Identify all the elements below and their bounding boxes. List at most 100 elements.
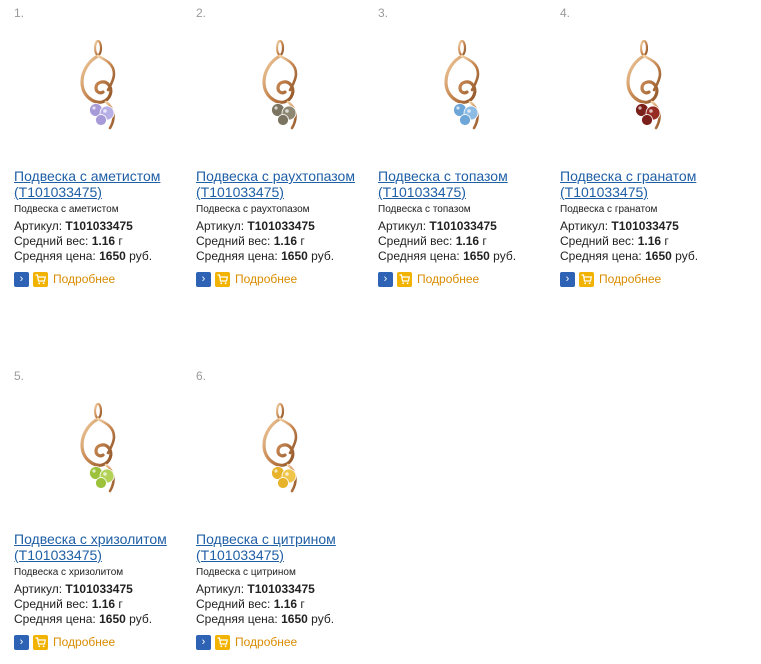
product-image[interactable]	[388, 20, 536, 168]
price-row: Средняя цена: 1650 руб.	[196, 612, 334, 626]
details-link[interactable]: Подробнее	[599, 272, 661, 286]
article-value: T101033475	[65, 582, 133, 596]
chevron-right-icon: ›	[565, 272, 570, 285]
price-label: Средняя цена:	[196, 612, 278, 626]
product-code: (T101033475)	[560, 184, 648, 200]
weight-label: Средний вес:	[560, 234, 635, 248]
product-title: Подвеска с гранатом	[560, 168, 697, 184]
product-title-link[interactable]: Подвеска с топазом (T101033475)	[378, 168, 554, 200]
details-link[interactable]: Подробнее	[53, 272, 115, 286]
product-card: 4. Подвеска с гранатом (T101033475) Подв…	[560, 6, 736, 306]
card-actions: › Подробнее	[196, 634, 297, 650]
add-to-cart-button[interactable]	[215, 634, 230, 650]
product-code: (T101033475)	[196, 547, 284, 563]
weight-row: Средний вес: 1.16 г	[560, 234, 669, 248]
price-value: 1650	[99, 612, 126, 626]
weight-value: 1.16	[273, 597, 298, 611]
article-row: Артикул: T101033475	[196, 219, 315, 233]
details-link[interactable]: Подробнее	[417, 272, 479, 286]
item-number: 1.	[14, 6, 25, 20]
pendant-image	[444, 39, 480, 130]
weight-value: 1.16	[91, 234, 116, 248]
pendant-image	[262, 402, 298, 493]
cart-icon	[217, 636, 228, 647]
article-label: Артикул:	[14, 219, 63, 233]
price-row: Средняя цена: 1650 руб.	[560, 249, 698, 263]
product-image[interactable]	[570, 20, 718, 168]
price-unit: руб.	[129, 612, 153, 626]
details-arrow-button[interactable]: ›	[14, 634, 29, 650]
pendant-image	[80, 39, 116, 130]
add-to-cart-button[interactable]	[579, 271, 594, 287]
product-image[interactable]	[24, 20, 172, 168]
price-row: Средняя цена: 1650 руб.	[14, 612, 152, 626]
chevron-right-icon: ›	[201, 272, 206, 285]
weight-unit: г	[664, 234, 669, 248]
product-description: Подвеска с хризолитом	[14, 567, 124, 578]
details-arrow-button[interactable]: ›	[196, 271, 211, 287]
price-value: 1650	[99, 249, 126, 263]
price-unit: руб.	[311, 249, 335, 263]
cart-icon	[399, 273, 410, 284]
price-label: Средняя цена:	[14, 249, 96, 263]
price-row: Средняя цена: 1650 руб.	[196, 249, 334, 263]
weight-row: Средний вес: 1.16 г	[378, 234, 487, 248]
price-value: 1650	[281, 612, 308, 626]
pendant-image	[80, 402, 116, 493]
product-code: (T101033475)	[14, 184, 102, 200]
card-actions: › Подробнее	[196, 271, 297, 287]
add-to-cart-button[interactable]	[33, 634, 48, 650]
product-image[interactable]	[206, 20, 354, 168]
details-arrow-button[interactable]: ›	[196, 634, 211, 650]
item-number: 6.	[196, 369, 207, 383]
pendant-image	[262, 39, 298, 130]
price-label: Средняя цена:	[14, 612, 96, 626]
product-image[interactable]	[206, 383, 354, 531]
details-arrow-button[interactable]: ›	[14, 271, 29, 287]
price-label: Средняя цена:	[560, 249, 642, 263]
weight-label: Средний вес:	[196, 234, 271, 248]
item-number: 4.	[560, 6, 571, 20]
weight-row: Средний вес: 1.16 г	[196, 234, 305, 248]
article-label: Артикул:	[378, 219, 427, 233]
product-description: Подвеска с раухтопазом	[196, 204, 310, 215]
card-actions: › Подробнее	[560, 271, 661, 287]
details-arrow-button[interactable]: ›	[378, 271, 393, 287]
details-link[interactable]: Подробнее	[235, 272, 297, 286]
details-link[interactable]: Подробнее	[235, 635, 297, 649]
product-code: (T101033475)	[14, 547, 102, 563]
item-number: 2.	[196, 6, 207, 20]
chevron-right-icon: ›	[383, 272, 388, 285]
weight-unit: г	[482, 234, 487, 248]
details-link[interactable]: Подробнее	[53, 635, 115, 649]
product-card: 1. Подвеска с аметистом (T101033475) Под…	[14, 6, 190, 306]
weight-unit: г	[300, 597, 305, 611]
product-title-link[interactable]: Подвеска с раухтопазом (T101033475)	[196, 168, 372, 200]
card-actions: › Подробнее	[14, 271, 115, 287]
add-to-cart-button[interactable]	[33, 271, 48, 287]
add-to-cart-button[interactable]	[397, 271, 412, 287]
product-title-link[interactable]: Подвеска с хризолитом (T101033475)	[14, 531, 190, 563]
product-title-link[interactable]: Подвеска с цитрином (T101033475)	[196, 531, 372, 563]
product-title: Подвеска с цитрином	[196, 531, 336, 547]
product-image[interactable]	[24, 383, 172, 531]
cart-icon	[35, 273, 46, 284]
article-label: Артикул:	[560, 219, 609, 233]
product-title: Подвеска с аметистом	[14, 168, 161, 184]
add-to-cart-button[interactable]	[215, 271, 230, 287]
chevron-right-icon: ›	[19, 635, 24, 648]
weight-unit: г	[118, 234, 123, 248]
product-title: Подвеска с раухтопазом	[196, 168, 355, 184]
article-row: Артикул: T101033475	[378, 219, 497, 233]
article-row: Артикул: T101033475	[14, 219, 133, 233]
product-title: Подвеска с хризолитом	[14, 531, 167, 547]
details-arrow-button[interactable]: ›	[560, 271, 575, 287]
product-card: 5. Подвеска с хризолитом (T101033475) По…	[14, 369, 190, 664]
product-title-link[interactable]: Подвеска с аметистом (T101033475)	[14, 168, 190, 200]
article-value: T101033475	[247, 582, 315, 596]
product-description: Подвеска с гранатом	[560, 204, 658, 215]
card-actions: › Подробнее	[378, 271, 479, 287]
product-title-link[interactable]: Подвеска с гранатом (T101033475)	[560, 168, 736, 200]
price-unit: руб.	[675, 249, 699, 263]
weight-value: 1.16	[637, 234, 662, 248]
